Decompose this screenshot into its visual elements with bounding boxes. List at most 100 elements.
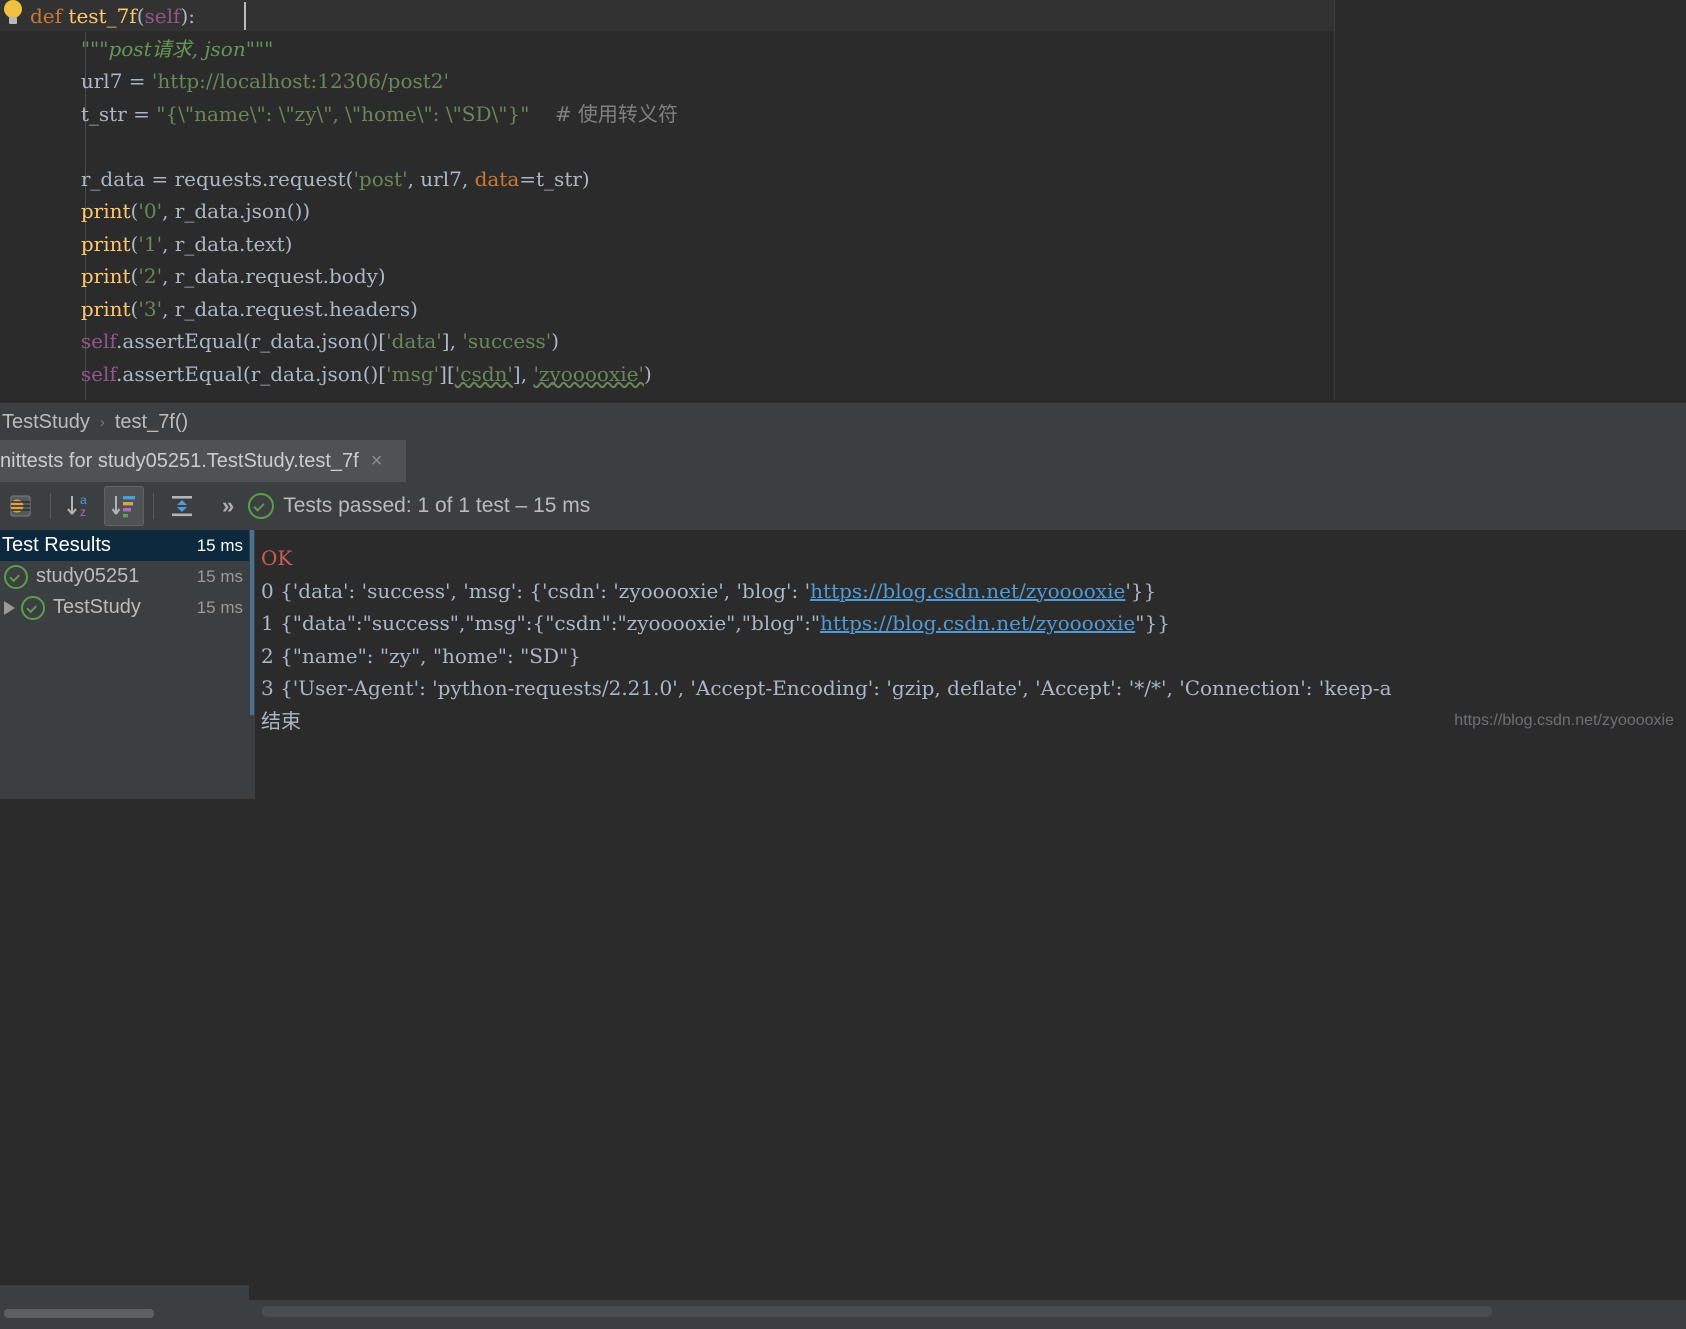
toolbar-separator	[153, 493, 154, 519]
code-editor[interactable]: def test_7f(self): """post请求, json""" ur…	[0, 0, 1686, 400]
console-gutter	[249, 530, 255, 799]
code-token: =t_str)	[519, 166, 590, 191]
console-output[interactable]: OK 0 {'data': 'success', 'msg': {'csdn': …	[249, 530, 1686, 799]
toolbar-separator	[50, 493, 51, 519]
toolbar-overflow-icon[interactable]: »	[222, 493, 234, 519]
code-token: (	[136, 4, 145, 28]
console-text-span: "}}	[1135, 611, 1170, 635]
sort-alphabetically-button[interactable]: a z	[60, 487, 98, 525]
run-tab-label: nittests for study05251.TestStudy.test_7…	[0, 449, 359, 472]
code-token: print	[80, 296, 131, 321]
test-tree-row[interactable]: TestStudy 15 ms	[0, 592, 249, 623]
code-token: r_data = requests.request(	[80, 166, 354, 191]
code-token: "{\"name\": \"zy\", \"home\": \"SD\"}"	[156, 101, 530, 126]
export-test-results-button[interactable]	[3, 487, 41, 525]
test-results-tree[interactable]: Test Results 15 ms study05251 15 ms TestStud…	[0, 530, 249, 785]
code-line: print('2', r_data.request.body)	[0, 260, 678, 293]
console-line: OK	[249, 542, 1686, 575]
test-runner-toolbar: a z » Tests passed: 1 of 1 test – 15 ms	[0, 482, 1686, 530]
code-token: , r_data.request.headers)	[162, 296, 418, 321]
code-line: self.assertEqual(r_data.json()['data'], …	[0, 325, 678, 358]
breadcrumb-separator-icon: ›	[99, 413, 105, 431]
code-line: self.assertEqual(r_data.json()['msg']['c…	[0, 358, 678, 391]
console-text: OK 0 {'data': 'success', 'msg': {'csdn': …	[249, 530, 1686, 737]
code-token: def	[30, 4, 69, 28]
test-duration: 15 ms	[196, 566, 243, 586]
code-token: 'success'	[462, 329, 552, 353]
console-line: 3 {'User-Agent': 'python-requests/2.21.0…	[249, 672, 1686, 705]
console-line: 2 {"name": "zy", "home": "SD"}	[249, 640, 1686, 673]
code-line: print('1', r_data.text)	[0, 228, 678, 261]
console-text-span: 0 {'data': 'success', 'msg': {'csdn': 'z…	[261, 578, 811, 603]
expand-collapse-button[interactable]	[163, 487, 201, 525]
code-token: ],	[441, 329, 463, 353]
code-token: print	[80, 231, 131, 256]
code-token: 'post'	[353, 166, 408, 191]
console-horizontal-scrollbar[interactable]	[262, 1306, 1492, 1317]
console-text-span: 结束	[261, 708, 301, 733]
console-line: 1 {"data":"success","msg":{"csdn":"zyooo…	[249, 607, 1686, 640]
expand-triangle-icon[interactable]	[4, 600, 15, 615]
run-tab-bar: nittests for study05251.TestStudy.test_7…	[0, 440, 1686, 482]
code-token: print	[80, 264, 131, 288]
code-token: url7 =	[80, 69, 152, 93]
code-token: 'msg'	[386, 361, 440, 386]
code-token: '3'	[138, 296, 163, 321]
test-passed-icon	[21, 595, 45, 620]
export-icon	[10, 495, 31, 517]
code-token: t_str =	[80, 101, 157, 126]
code-token: self	[80, 329, 117, 353]
code-token: )	[643, 361, 652, 386]
run-configuration-tab[interactable]: nittests for study05251.TestStudy.test_7…	[0, 440, 406, 482]
test-duration: 15 ms	[196, 535, 243, 555]
console-status-ok: OK	[261, 546, 293, 570]
breadcrumb[interactable]: TestStudy › test_7f()	[0, 402, 1686, 441]
console-text-span: '}}	[1125, 578, 1157, 603]
code-token: , url7,	[407, 166, 475, 191]
close-icon[interactable]: ×	[371, 451, 383, 471]
code-text[interactable]: def test_7f(self): """post请求, json""" ur…	[0, 0, 678, 390]
editor-right-separator	[1334, 0, 1335, 400]
code-line: r_data = requests.request('post', url7, …	[0, 163, 678, 196]
code-token: print	[80, 199, 131, 223]
console-text-span: 3 {'User-Agent': 'python-requests/2.21.0…	[261, 676, 1392, 700]
code-token: , r_data.text)	[162, 231, 293, 256]
test-passed-icon	[4, 564, 28, 589]
code-token: ][	[439, 361, 455, 386]
test-status-label: Tests passed: 1 of 1 test – 15 ms	[283, 494, 591, 517]
breadcrumb-item-method[interactable]: test_7f()	[113, 411, 190, 434]
console-line: 0 {'data': 'success', 'msg': {'csdn': 'z…	[249, 575, 1686, 608]
code-line: """post请求, json"""	[0, 33, 678, 66]
code-token: '0'	[138, 199, 163, 223]
code-token: test_7f	[68, 4, 137, 28]
test-duration: 15 ms	[196, 597, 243, 617]
test-tree-label: TestStudy	[53, 596, 141, 618]
code-token: .assertEqual(r_data.json()[	[116, 329, 387, 353]
sort-by-duration-button[interactable]	[104, 486, 144, 526]
breadcrumb-item-class[interactable]: TestStudy	[0, 411, 92, 434]
test-passed-check-icon	[248, 493, 275, 519]
code-token: 'data'	[386, 329, 442, 353]
code-token: self	[144, 4, 181, 28]
test-tree-label: Test Results	[2, 534, 111, 556]
sort-by-duration-icon	[111, 496, 135, 518]
code-token: , r_data.json())	[162, 199, 311, 223]
code-token: """post请求, json"""	[80, 36, 274, 61]
code-token: )	[551, 329, 560, 353]
code-line: print('0', r_data.json())	[0, 195, 678, 228]
code-token: self	[80, 361, 117, 386]
pycharm-window: def test_7f(self): """post请求, json""" ur…	[0, 0, 1686, 1329]
code-token: # 使用转义符	[529, 101, 678, 126]
code-line: print('3', r_data.request.headers)	[0, 293, 678, 326]
code-line: t_str = "{\"name\": \"zy\", \"home\": \"…	[0, 98, 678, 131]
test-tree-row[interactable]: Test Results 15 ms	[0, 530, 249, 561]
console-link[interactable]: https://blog.csdn.net/zyooooxie	[810, 579, 1125, 603]
sort-alphabetically-icon: a z	[67, 493, 87, 519]
tree-horizontal-scrollbar[interactable]	[4, 1309, 154, 1318]
console-link[interactable]: https://blog.csdn.net/zyooooxie	[820, 611, 1135, 635]
console-text-span: 2 {"name": "zy", "home": "SD"}	[261, 643, 581, 668]
code-token: 'http://localhost:12306/post2'	[151, 69, 450, 93]
test-tree-row[interactable]: study05251 15 ms	[0, 561, 249, 592]
code-token: data	[474, 166, 520, 191]
